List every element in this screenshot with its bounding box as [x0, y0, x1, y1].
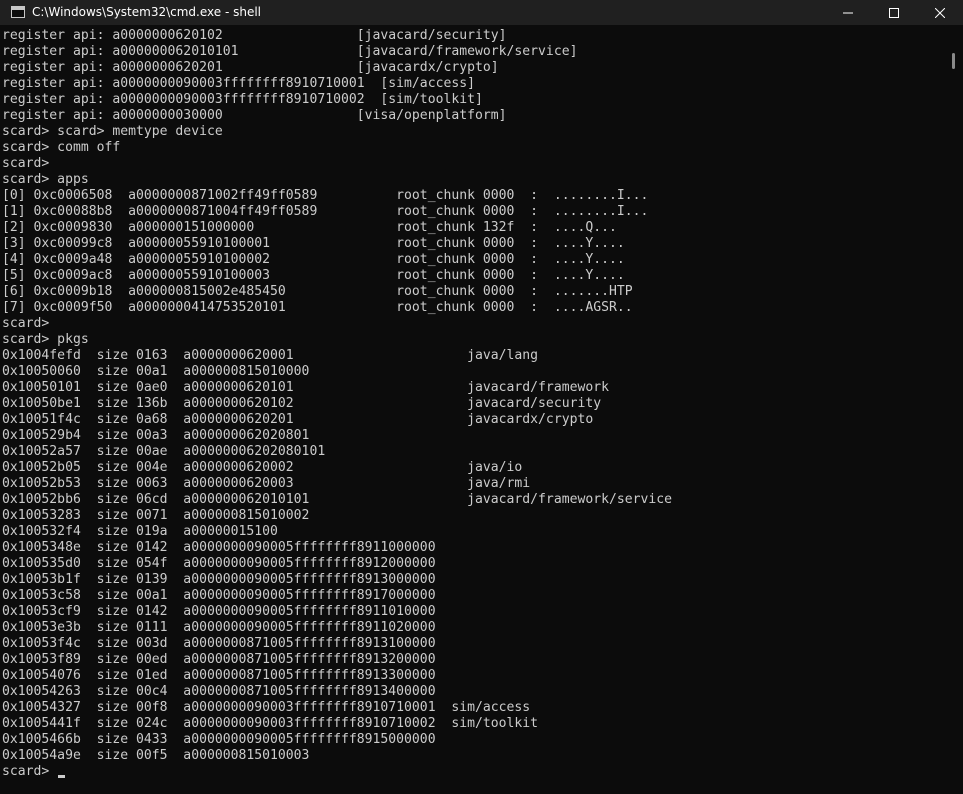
console-line: scard>	[2, 156, 50, 171]
console-line: scard> apps	[2, 172, 89, 187]
prompt-text: scard>	[2, 764, 58, 779]
console-line: 0x10052b05 size 004e a0000000620002 java…	[2, 460, 523, 475]
console-line: 0x10053f89 size 00ed a0000000871005fffff…	[2, 652, 436, 667]
console-line: scard> pkgs	[2, 332, 89, 347]
close-icon	[935, 7, 945, 18]
console-line: 0x1004fefd size 0163 a0000000620001 java…	[2, 348, 539, 363]
console-line: 0x10051f4c size 0a68 a0000000620201 java…	[2, 412, 594, 427]
console-line: 0x10053e3b size 0111 a0000000090005fffff…	[2, 620, 436, 635]
console-line: register api: a000000062010101 [javacard…	[2, 44, 578, 59]
console-line: [0] 0xc0006508 a0000000871002ff49ff0589 …	[2, 188, 649, 203]
console-line: 0x10054a9e size 00f5 a000000815010003	[2, 748, 310, 763]
console-line: 0x10052a57 size 00ae a00000006202080101	[2, 444, 326, 459]
console-output[interactable]: register api: a0000000620102 [javacard/s…	[2, 28, 942, 794]
console-line: 0x10050be1 size 136b a0000000620102 java…	[2, 396, 602, 411]
console-line: [1] 0xc00088b8 a0000000871004ff49ff0589 …	[2, 204, 649, 219]
console-line: 0x10054327 size 00f8 a0000000090003fffff…	[2, 700, 531, 715]
console-line: register api: a0000000030000 [visa/openp…	[2, 108, 507, 123]
console-line: [2] 0xc0009830 a000000151000000 root_chu…	[2, 220, 617, 235]
minimize-icon	[843, 12, 853, 13]
console-line: 0x10053283 size 0071 a000000815010002	[2, 508, 310, 523]
cmd-icon[interactable]	[11, 6, 25, 18]
console-line: [5] 0xc0009ac8 a00000055910100003 root_c…	[2, 268, 625, 283]
console-line: register api: a0000000620102 [javacard/s…	[2, 28, 507, 43]
terminal-window: C:\Windows\System32\cmd.exe - shell regi…	[0, 0, 963, 794]
close-button[interactable]	[917, 0, 963, 25]
window-title: C:\Windows\System32\cmd.exe - shell	[32, 5, 262, 19]
console-line: 0x1005348e size 0142 a0000000090005fffff…	[2, 540, 436, 555]
console-line: [6] 0xc0009b18 a000000815002e485450 root…	[2, 284, 633, 299]
console-line: 0x1005441f size 024c a0000000090003fffff…	[2, 716, 539, 731]
console-line: register api: a0000000090003ffffffff8910…	[2, 92, 483, 107]
maximize-button[interactable]	[871, 0, 917, 25]
console-line: 0x1005466b size 0433 a0000000090005fffff…	[2, 732, 436, 747]
vertical-scrollbar[interactable]	[945, 28, 963, 794]
console-line: 0x100532f4 size 019a a00000015100	[2, 524, 278, 539]
console-line: 0x100535d0 size 054f a0000000090005fffff…	[2, 556, 436, 571]
console-line: 0x10054263 size 00c4 a0000000871005fffff…	[2, 684, 436, 699]
console-line: scard>	[2, 316, 50, 331]
console-line: register api: a0000000090003ffffffff8910…	[2, 76, 475, 91]
console-line: 0x10052b53 size 0063 a0000000620003 java…	[2, 476, 531, 491]
console-line: 0x10050060 size 00a1 a000000815010000	[2, 364, 310, 379]
console-line: scard> scard> memtype device	[2, 124, 223, 139]
scrollbar-thumb[interactable]	[952, 53, 955, 69]
console-line: [7] 0xc0009f50 a0000000414753520101 root…	[2, 300, 633, 315]
text-cursor	[58, 775, 66, 778]
maximize-icon	[889, 7, 899, 18]
minimize-button[interactable]	[825, 0, 871, 25]
console-line: 0x10052bb6 size 06cd a000000062010101 ja…	[2, 492, 673, 507]
console-line: [3] 0xc00099c8 a00000055910100001 root_c…	[2, 236, 625, 251]
console-line: 0x10053f4c size 003d a0000000871005fffff…	[2, 636, 436, 651]
console-line: register api: a0000000620201 [javacardx/…	[2, 60, 499, 75]
console-line: 0x10053c58 size 00a1 a0000000090005fffff…	[2, 588, 436, 603]
console-line: 0x10054076 size 01ed a0000000871005fffff…	[2, 668, 436, 683]
title-bar[interactable]: C:\Windows\System32\cmd.exe - shell	[0, 0, 963, 25]
console-line: 0x100529b4 size 00a3 a000000062020801	[2, 428, 310, 443]
console-line: 0x10053b1f size 0139 a0000000090005fffff…	[2, 572, 436, 587]
console-line: [4] 0xc0009a48 a00000055910100002 root_c…	[2, 252, 625, 267]
console-line: scard> comm off	[2, 140, 121, 155]
console-line: 0x10050101 size 0ae0 a0000000620101 java…	[2, 380, 609, 395]
command-prompt-line[interactable]: scard>	[2, 764, 942, 780]
console-line: 0x10053cf9 size 0142 a0000000090005fffff…	[2, 604, 436, 619]
